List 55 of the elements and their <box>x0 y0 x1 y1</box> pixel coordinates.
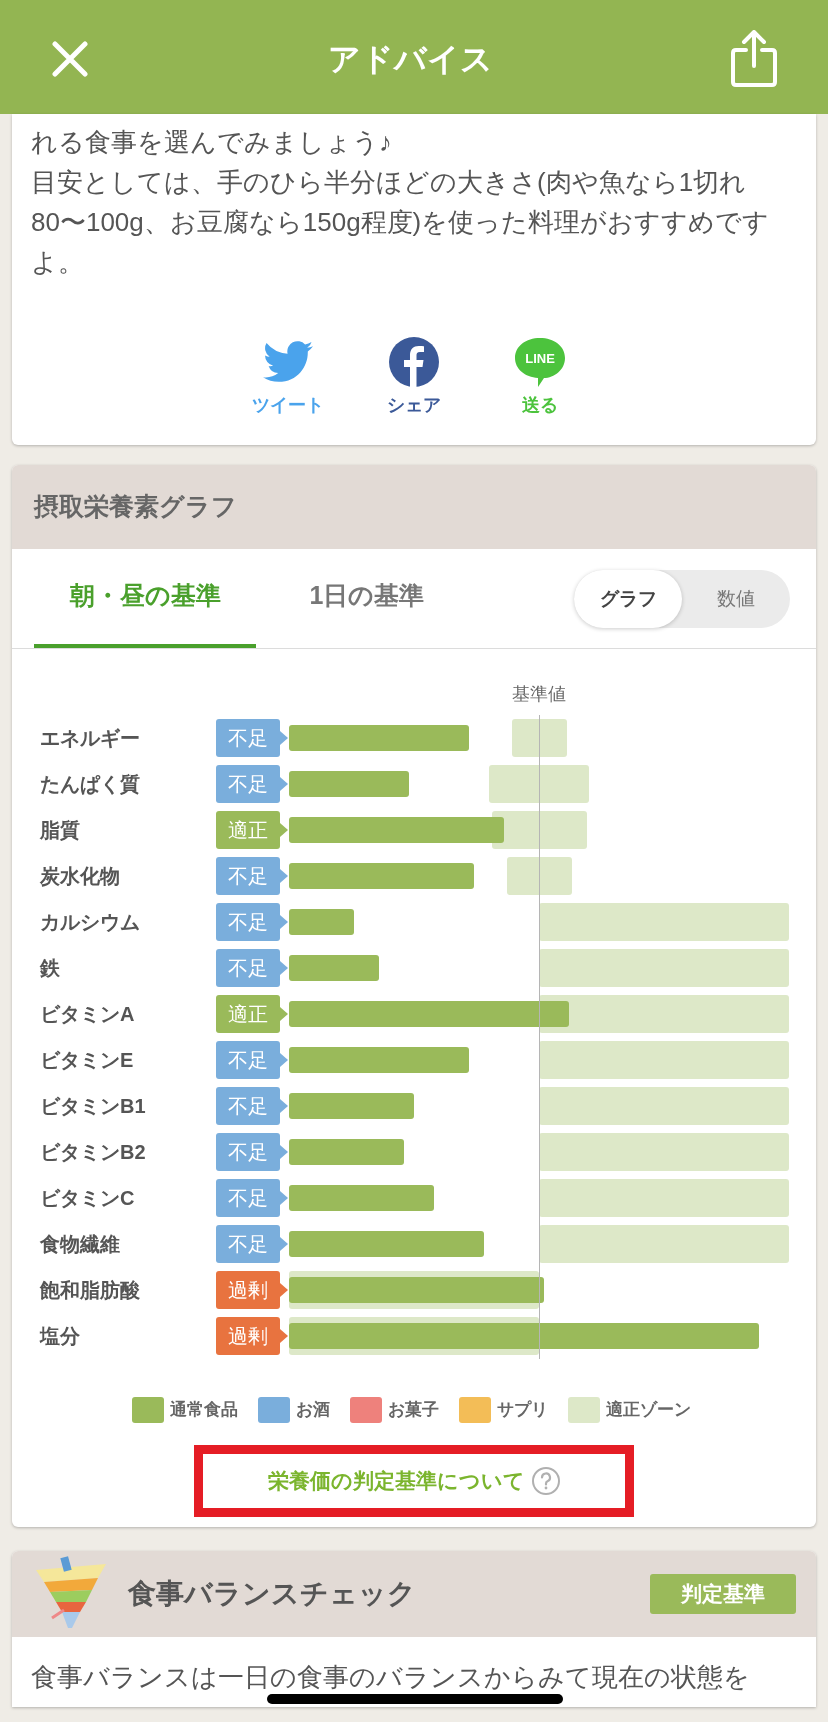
legend-label: お菓子 <box>387 1399 439 1422</box>
status-badge: 不足 <box>216 1179 280 1217</box>
nutrient-label: 飽和脂肪酸 <box>40 1278 141 1303</box>
nutrient-label: 食物繊維 <box>40 1232 121 1257</box>
speech-bubble-icon: LINE <box>514 336 566 388</box>
status-badge: 不足 <box>216 1087 280 1125</box>
segment-button[interactable]: 数値 <box>682 570 790 628</box>
criteria-button[interactable]: 判定基準 <box>650 1574 796 1614</box>
nutrient-label: エネルギー <box>40 726 141 751</box>
tab[interactable]: 朝・昼の基準 <box>34 548 256 648</box>
status-badge: 不足 <box>216 1225 280 1263</box>
status-badge: 不足 <box>216 719 280 757</box>
section-title: 摂取栄養素グラフ <box>34 491 237 523</box>
intake-bar <box>289 909 354 935</box>
status-badge: 不足 <box>216 949 280 987</box>
nutrient-label: 炭水化物 <box>40 864 121 889</box>
status-badge: 過剰 <box>216 1271 280 1309</box>
advice-text: 目安としては、手のひら半分ほどの大きさ(肉や魚なら1切れ80〜100g、お豆腐なら150g程度)を使った料理がおすすめですよ。 <box>31 166 771 279</box>
nutrient-label: 塩分 <box>40 1324 81 1349</box>
share-button[interactable]: LINE 送る <box>500 336 580 419</box>
share-button[interactable]: シェア <box>374 336 454 419</box>
close-icon[interactable] <box>50 39 90 79</box>
help-icon <box>530 1466 561 1496</box>
nutrient-label: 脂質 <box>40 818 81 843</box>
nutrient-label: ビタミンB1 <box>40 1094 147 1119</box>
status-badge: 不足 <box>216 1133 280 1171</box>
status-badge: 不足 <box>216 1041 280 1079</box>
criteria-link[interactable]: 栄養価の判定基準について <box>267 1465 561 1497</box>
status-badge: 不足 <box>216 903 280 941</box>
segment-button[interactable]: グラフ <box>574 570 682 628</box>
nutrient-label: たんぱく質 <box>40 772 141 797</box>
tab[interactable]: 1日の基準 <box>256 548 478 648</box>
share-icon[interactable] <box>730 29 778 89</box>
status-badge: 適正 <box>216 995 280 1033</box>
section-title: 食事バランスチェック <box>128 1577 416 1611</box>
nutrient-label: ビタミンC <box>40 1186 136 1211</box>
status-badge: 不足 <box>216 857 280 895</box>
f-logo-icon <box>389 336 439 388</box>
legend-label: 適正ゾーン <box>605 1399 691 1422</box>
nutrient-label: ビタミンA <box>40 1002 136 1027</box>
share-button[interactable]: ツイート <box>248 336 328 419</box>
advice-text: れる食事を選んでみましょう♪ <box>31 126 393 159</box>
legend-label: お酒 <box>295 1399 330 1422</box>
axis-label: 基準値 <box>511 683 567 706</box>
page-title: アドバイス <box>327 40 493 79</box>
nutrient-label: 鉄 <box>40 956 61 981</box>
nutrient-label: カルシウム <box>40 910 141 935</box>
nutrient-label: ビタミンE <box>40 1048 135 1073</box>
nutrient-label: ビタミンB2 <box>40 1140 147 1165</box>
description-text: 食事バランスは一日の食事のバランスからみて現在の状態を <box>31 1662 750 1692</box>
legend-label: サプリ <box>496 1399 548 1422</box>
status-badge: 適正 <box>216 811 280 849</box>
legend-label: 通常食品 <box>169 1399 238 1422</box>
status-badge: 過剰 <box>216 1317 280 1355</box>
status-badge: 不足 <box>216 765 280 803</box>
